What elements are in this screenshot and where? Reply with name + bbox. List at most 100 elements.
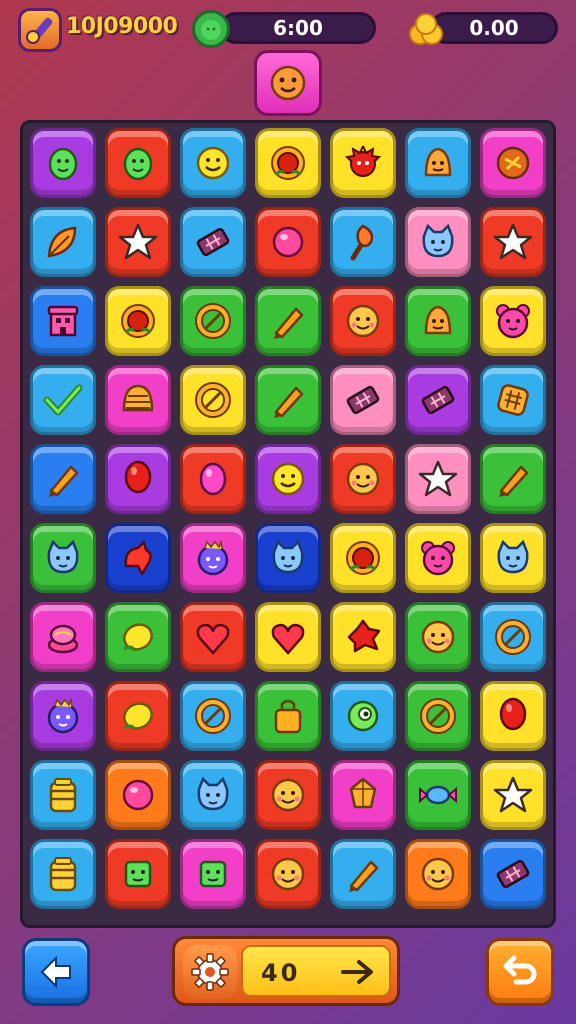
tile[interactable] [255, 839, 321, 909]
tile[interactable] [330, 760, 396, 830]
tile[interactable] [480, 681, 546, 751]
blob-icon [123, 147, 153, 181]
tile[interactable] [30, 760, 96, 830]
tile[interactable] [255, 681, 321, 751]
tile[interactable] [180, 839, 246, 909]
tile[interactable] [105, 207, 171, 277]
tile[interactable] [405, 444, 471, 514]
tile[interactable] [405, 839, 471, 909]
tile[interactable] [180, 523, 246, 593]
tile[interactable] [255, 444, 321, 514]
tile[interactable] [180, 286, 246, 356]
tile[interactable] [30, 839, 96, 909]
tile[interactable] [255, 760, 321, 830]
tile[interactable] [255, 128, 321, 198]
tile[interactable] [330, 602, 396, 672]
tile[interactable] [330, 286, 396, 356]
arrow-right-icon[interactable] [341, 957, 375, 987]
tile[interactable] [405, 128, 471, 198]
sunflower-icon [346, 541, 380, 575]
tile[interactable] [405, 523, 471, 593]
settings-button[interactable] [183, 945, 237, 999]
tile[interactable] [105, 365, 171, 435]
tile[interactable] [330, 444, 396, 514]
tile[interactable] [405, 681, 471, 751]
tile[interactable] [30, 523, 96, 593]
tile[interactable] [480, 523, 546, 593]
tile[interactable] [180, 128, 246, 198]
tile[interactable] [480, 839, 546, 909]
tile[interactable] [180, 760, 246, 830]
tile[interactable] [30, 444, 96, 514]
tile[interactable] [180, 444, 246, 514]
pencil-icon [499, 465, 529, 497]
tile[interactable] [330, 839, 396, 909]
tile[interactable] [105, 128, 171, 198]
tile[interactable] [405, 207, 471, 277]
tile[interactable] [405, 602, 471, 672]
tile[interactable] [330, 128, 396, 198]
tile[interactable] [330, 523, 396, 593]
tile[interactable] [480, 207, 546, 277]
tile[interactable] [30, 365, 96, 435]
tile[interactable] [405, 286, 471, 356]
eye-icon [347, 700, 379, 732]
tile[interactable] [180, 602, 246, 672]
balloon-icon [499, 697, 527, 731]
move-counter-field[interactable]: 40 [241, 945, 391, 997]
timer-value: 6:00 [273, 16, 323, 40]
sunflower-icon [121, 304, 155, 338]
heart-icon [271, 623, 305, 655]
tile[interactable] [180, 365, 246, 435]
tile[interactable] [255, 523, 321, 593]
tile[interactable] [105, 602, 171, 672]
tile[interactable] [105, 681, 171, 751]
tile[interactable] [105, 444, 171, 514]
tile[interactable] [30, 602, 96, 672]
bell-face-icon [424, 147, 452, 177]
ring-icon [195, 382, 231, 418]
undo-button[interactable] [486, 938, 554, 1006]
tile[interactable] [105, 839, 171, 909]
tile[interactable] [480, 128, 546, 198]
tile[interactable] [330, 207, 396, 277]
tile[interactable] [105, 760, 171, 830]
tile[interactable] [480, 365, 546, 435]
tile[interactable] [405, 365, 471, 435]
lemon-icon [123, 623, 153, 651]
tile[interactable] [480, 602, 546, 672]
tile[interactable] [105, 523, 171, 593]
tile[interactable] [180, 681, 246, 751]
gear-icon [191, 953, 229, 991]
candy-bar-icon [196, 227, 230, 257]
bell-face-icon [424, 305, 452, 335]
orb-icon [272, 226, 304, 258]
box-face-icon [199, 860, 227, 888]
torch-icon [350, 224, 374, 261]
tile[interactable] [105, 286, 171, 356]
tile[interactable] [330, 681, 396, 751]
tile[interactable] [255, 602, 321, 672]
tile[interactable] [480, 444, 546, 514]
back-button[interactable] [22, 938, 90, 1006]
face-icon [271, 778, 305, 812]
tile[interactable] [480, 286, 546, 356]
heart-icon [196, 623, 230, 655]
tile[interactable] [180, 207, 246, 277]
tile[interactable] [255, 207, 321, 277]
pencil-icon [274, 307, 304, 339]
tile[interactable] [255, 286, 321, 356]
tile[interactable] [480, 760, 546, 830]
pencil-icon [274, 386, 304, 418]
tile[interactable] [405, 760, 471, 830]
tile[interactable] [30, 286, 96, 356]
candy-icon [419, 785, 457, 805]
tile[interactable] [30, 681, 96, 751]
gem-icon [349, 777, 377, 809]
tile[interactable] [30, 207, 96, 277]
star-icon [418, 460, 458, 497]
tile[interactable] [30, 128, 96, 198]
tile[interactable] [255, 365, 321, 435]
next-tile[interactable] [254, 50, 322, 116]
tile[interactable] [330, 365, 396, 435]
